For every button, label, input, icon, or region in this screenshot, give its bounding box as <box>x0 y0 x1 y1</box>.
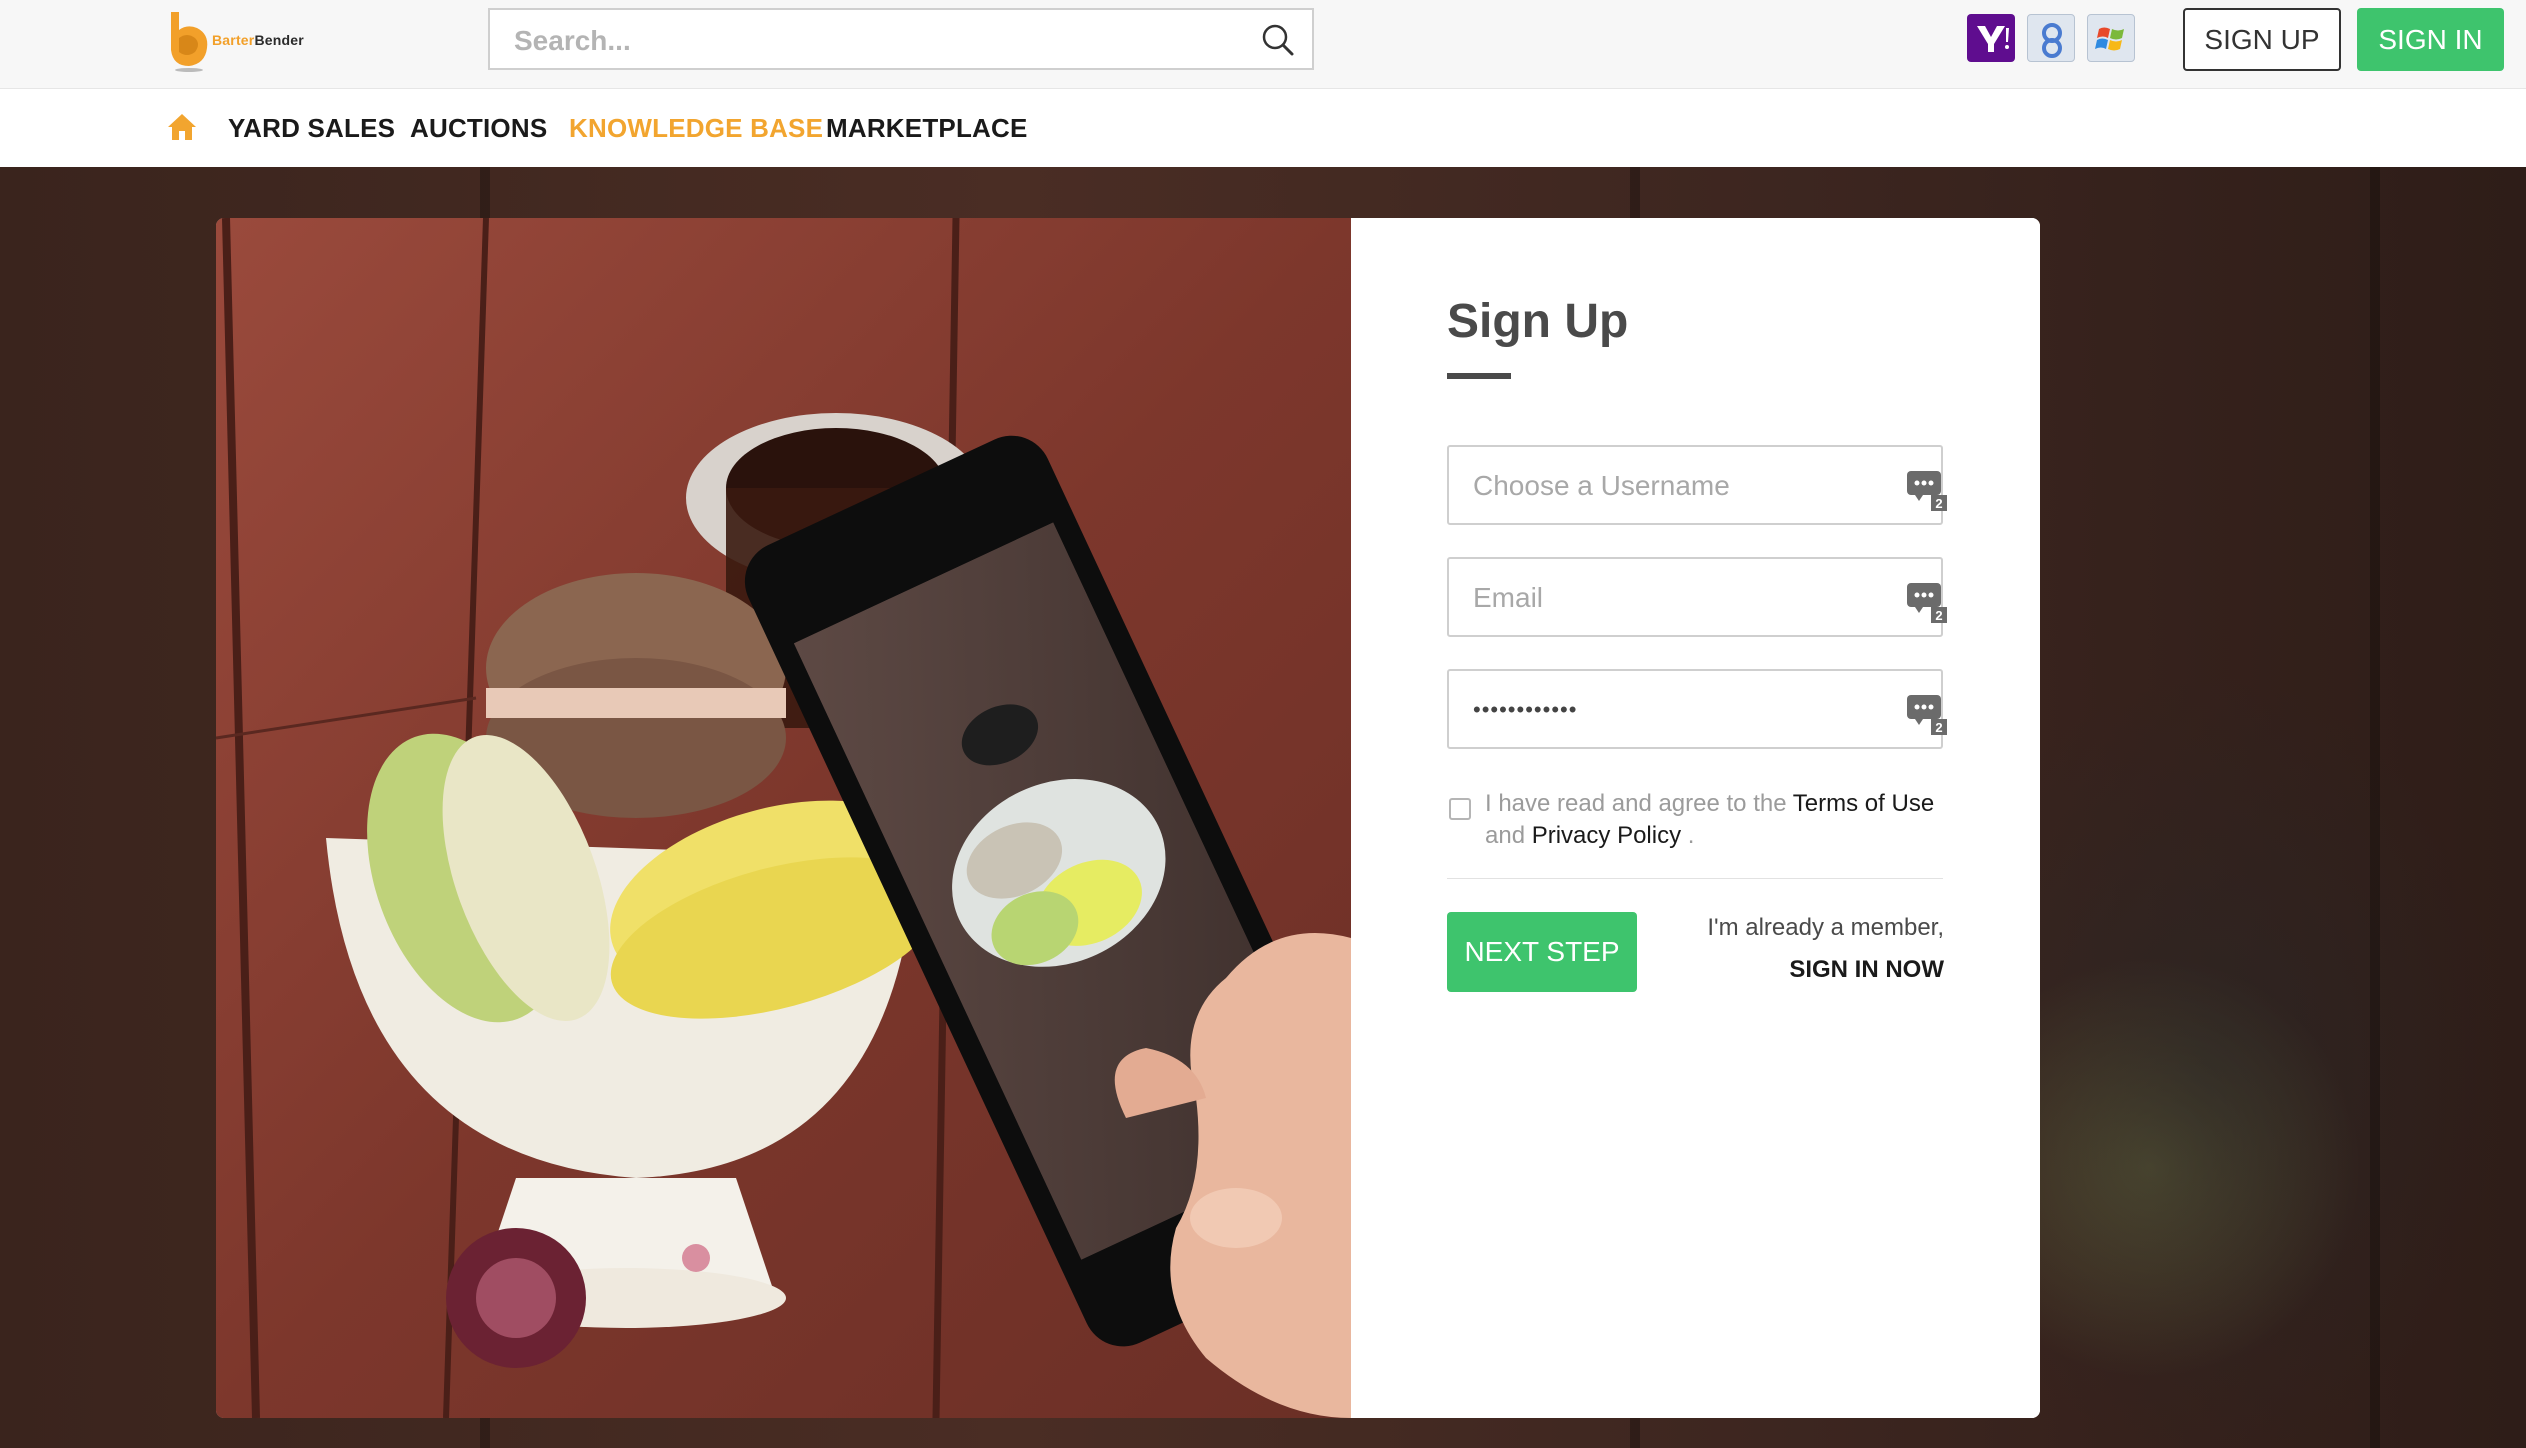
already-member-text: I'm already a member, <box>1707 914 1944 941</box>
username-field: 2 <box>1447 445 1947 525</box>
logo-text-suffix: Bender <box>254 32 304 48</box>
yahoo-icon <box>1977 26 2009 52</box>
nav-item-yard-sales[interactable]: YARD SALES <box>228 113 395 144</box>
search-box <box>488 8 1314 70</box>
signup-card: Sign Up 2 2 •••••••••••• <box>216 218 2040 1418</box>
google-icon <box>2042 23 2062 58</box>
windows-icon <box>2095 27 2124 51</box>
terms-text: I have read and agree to the Terms of Us… <box>1485 788 1955 852</box>
password-manager-icon[interactable]: 2 <box>1905 691 1949 735</box>
terms-text-middle: and <box>1485 822 1532 849</box>
hero-photo <box>216 218 1351 1418</box>
logo-text-prefix: Barter <box>212 32 255 48</box>
terms-text-after: . <box>1681 822 1695 849</box>
nav-item-marketplace[interactable]: MARKETPLACE <box>826 113 1028 144</box>
password-value[interactable]: •••••••••••• <box>1473 697 1577 723</box>
google-login-button[interactable] <box>2027 14 2075 62</box>
main-nav: YARD SALES AUCTIONS KNOWLEDGE BASE MARKE… <box>0 89 2526 167</box>
field-badge: 2 <box>1935 608 1942 623</box>
field-badge: 2 <box>1935 720 1942 735</box>
privacy-policy-link[interactable]: Privacy Policy <box>1532 822 1681 849</box>
password-manager-icon[interactable]: 2 <box>1905 579 1949 623</box>
yahoo-login-button[interactable] <box>1967 14 2015 62</box>
sign-in-button[interactable]: SIGN IN <box>2357 8 2504 71</box>
top-bar: BarterBender SIGN UP SIGN IN <box>0 0 2526 89</box>
sign-in-now-link[interactable]: SIGN IN NOW <box>1789 956 1944 984</box>
nav-item-auctions[interactable]: AUCTIONS <box>410 113 547 144</box>
terms-checkbox[interactable] <box>1449 798 1471 820</box>
logo-text: BarterBender <box>212 32 304 48</box>
form-title: Sign Up <box>1447 295 1629 348</box>
signup-form: Sign Up 2 2 •••••••••••• <box>1351 218 2040 1418</box>
title-underline <box>1447 373 1511 379</box>
home-icon[interactable] <box>166 111 198 143</box>
form-divider <box>1447 878 1943 879</box>
search-icon[interactable] <box>1260 22 1296 58</box>
email-input[interactable] <box>1471 577 1875 619</box>
field-badge: 2 <box>1935 496 1942 511</box>
search-input[interactable] <box>512 20 1216 62</box>
username-input[interactable] <box>1471 465 1875 507</box>
windows-login-button[interactable] <box>2087 14 2135 62</box>
password-field[interactable]: •••••••••••• 2 <box>1447 669 1947 749</box>
sign-up-button[interactable]: SIGN UP <box>2183 8 2341 71</box>
email-field: 2 <box>1447 557 1947 637</box>
terms-text-before: I have read and agree to the <box>1485 790 1793 817</box>
next-step-button[interactable]: NEXT STEP <box>1447 912 1637 992</box>
terms-of-use-link[interactable]: Terms of Use <box>1793 790 1934 817</box>
password-manager-icon[interactable]: 2 <box>1905 467 1949 511</box>
nav-item-knowledge-base[interactable]: KNOWLEDGE BASE <box>569 113 823 144</box>
